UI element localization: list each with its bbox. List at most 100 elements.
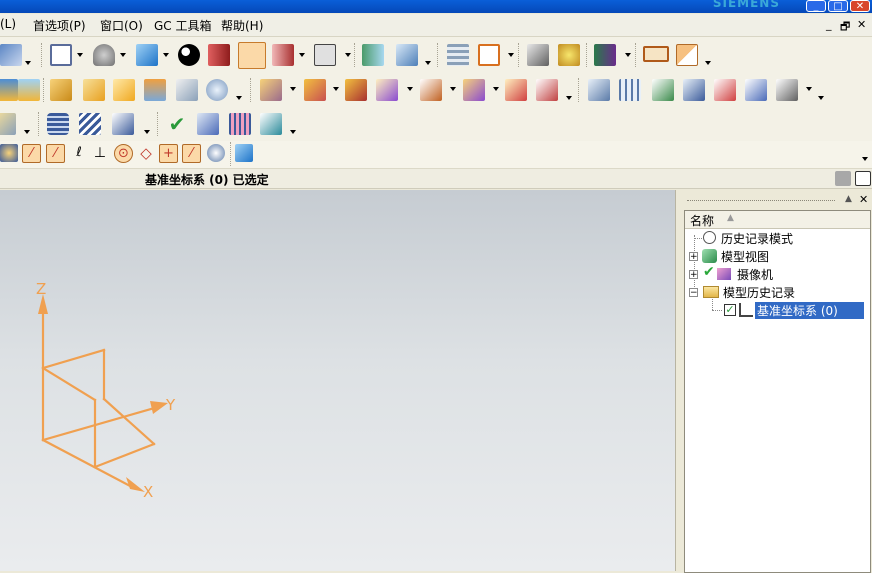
check-model-icon[interactable]: ✔	[166, 113, 188, 135]
trim-body-icon[interactable]	[345, 79, 367, 101]
graphics-window[interactable]: Z Y X	[0, 190, 675, 571]
background-icon[interactable]	[314, 44, 336, 66]
spring-icon[interactable]	[79, 113, 101, 135]
layer-icon[interactable]	[362, 44, 384, 66]
navigator-tree: 名称 ▲ 历史记录模式 + 模型视图 + ✔ 摄像机 − 模型历史记录 ✓ 基准…	[684, 210, 871, 573]
quadrant-snap-icon[interactable]: ◇	[137, 144, 155, 162]
pin-icon[interactable]: ▲	[845, 194, 852, 204]
sew-icon[interactable]	[776, 79, 798, 101]
column-name-label: 名称	[690, 214, 715, 228]
menu-item-gc-toolkit[interactable]: GC 工具箱	[154, 17, 212, 34]
menu-bar: (L) 首选项(P) 窗口(O) GC 工具箱 帮助(H) _ 🗗 ✕	[0, 14, 872, 37]
panel-grip[interactable]	[687, 200, 835, 201]
snap-settings-icon[interactable]	[0, 144, 18, 162]
n-sided-icon[interactable]	[714, 79, 736, 101]
siemens-logo: SIEMENS	[712, 0, 780, 10]
revolve-icon[interactable]	[18, 79, 40, 101]
scale-body-icon[interactable]	[463, 79, 485, 101]
wave-geometry-icon[interactable]	[260, 113, 282, 135]
spreadsheet-icon[interactable]	[229, 113, 251, 135]
shading-icon[interactable]	[178, 44, 200, 66]
subtract-icon[interactable]	[304, 79, 326, 101]
intersection-snap-icon[interactable]: ⊥	[91, 144, 109, 162]
minimize-button[interactable]: _	[806, 0, 826, 12]
fit-icon[interactable]	[0, 44, 22, 66]
datum-csys-triad[interactable]: Z Y X	[0, 190, 675, 571]
midpoint-snap-icon[interactable]: ⁄	[46, 144, 65, 163]
wireframe-hidden-icon[interactable]	[238, 42, 266, 69]
list-icon[interactable]	[447, 44, 469, 66]
y-axis-line	[41, 405, 160, 442]
toolbar-features	[0, 73, 872, 108]
endpoint-snap-icon[interactable]: ⁄	[22, 144, 41, 163]
mesh-surface-icon[interactable]	[619, 79, 641, 101]
collapse-icon[interactable]: −	[689, 288, 698, 298]
xy-plane-right	[102, 397, 156, 446]
expand-icon[interactable]: +	[689, 270, 698, 280]
tube-icon[interactable]	[112, 113, 134, 135]
menu-item-analysis[interactable]: (L)	[0, 17, 16, 31]
xz-plane-top	[41, 348, 106, 370]
mdi-minimize-icon[interactable]: _	[826, 18, 832, 31]
close-panel-icon[interactable]: ✕	[859, 193, 868, 206]
playback-icon[interactable]	[594, 44, 616, 66]
zoom-window-icon[interactable]	[50, 44, 72, 66]
edge-blend-icon[interactable]	[83, 79, 105, 101]
ruler-icon[interactable]	[643, 46, 669, 62]
status-message: 基准坐标系 (0) 已选定	[145, 173, 269, 187]
point-on-curve-snap-icon[interactable]: ⁄	[182, 144, 201, 163]
assemblies-icon[interactable]	[197, 113, 219, 135]
analysis-icon[interactable]	[558, 44, 580, 66]
bounded-grid-snap-icon[interactable]	[235, 144, 253, 162]
wcs-icon[interactable]	[478, 44, 500, 66]
chamfer-icon[interactable]	[113, 79, 135, 101]
render-style-icon[interactable]	[136, 44, 158, 66]
maximize-button[interactable]: □	[828, 0, 848, 12]
full-screen-icon[interactable]	[855, 171, 871, 186]
extrude-icon[interactable]	[0, 79, 18, 101]
check-icon: ✔	[703, 264, 715, 280]
arc-center-snap-icon[interactable]: ⊙	[114, 144, 133, 163]
control-point-snap-icon[interactable]: ℓ	[70, 144, 88, 162]
column-header-name[interactable]: 名称 ▲	[685, 211, 870, 229]
sketch-tool-icon[interactable]	[0, 113, 16, 135]
menu-item-preferences[interactable]: 首选项(P)	[33, 17, 86, 34]
offset-face-icon[interactable]	[420, 79, 442, 101]
sphere-icon[interactable]	[206, 79, 228, 101]
tree-item-label: 基准坐标系 (0)	[755, 302, 864, 319]
move-layer-icon[interactable]	[396, 44, 418, 66]
tree-item-label: 摄像机	[737, 268, 774, 282]
shell-icon[interactable]	[144, 79, 166, 101]
datum-csys-icon	[739, 303, 753, 317]
toolbar-snap: ⁄ ⁄ ℓ ⊥ ⊙ ◇ + ⁄	[0, 141, 872, 169]
split-body-icon[interactable]	[376, 79, 398, 101]
existing-point-snap-icon[interactable]: +	[159, 144, 178, 163]
cylinder-icon[interactable]	[47, 113, 69, 135]
menu-item-window[interactable]: 窗口(O)	[100, 17, 143, 34]
block-icon[interactable]	[50, 79, 72, 101]
surface-icon[interactable]	[588, 79, 610, 101]
studio-surface-icon[interactable]	[745, 79, 767, 101]
mdi-close-icon[interactable]: ✕	[857, 18, 866, 31]
section-icon[interactable]	[208, 44, 230, 66]
angle-icon[interactable]	[676, 44, 698, 66]
replace-face-icon[interactable]	[505, 79, 527, 101]
sort-ascending-icon: ▲	[727, 213, 734, 223]
move-face-icon[interactable]	[536, 79, 558, 101]
toolbar-view	[0, 37, 872, 74]
menu-item-help[interactable]: 帮助(H)	[221, 17, 263, 34]
rotate-view-icon[interactable]	[93, 44, 115, 66]
unite-icon[interactable]	[260, 79, 282, 101]
measure-distance-icon[interactable]	[527, 44, 549, 66]
draft-icon[interactable]	[176, 79, 198, 101]
axis-z-label: Z	[36, 280, 46, 298]
expand-icon[interactable]: +	[689, 252, 698, 262]
filter-icon[interactable]	[835, 171, 851, 186]
close-button[interactable]: ✕	[850, 0, 870, 12]
point-on-surface-snap-icon[interactable]	[207, 144, 225, 162]
visibility-checkbox[interactable]: ✓	[724, 304, 736, 316]
sweep-icon[interactable]	[652, 79, 674, 101]
edge-display-icon[interactable]	[272, 44, 294, 66]
mdi-restore-icon[interactable]: 🗗	[840, 18, 850, 37]
through-curves-icon[interactable]	[683, 79, 705, 101]
